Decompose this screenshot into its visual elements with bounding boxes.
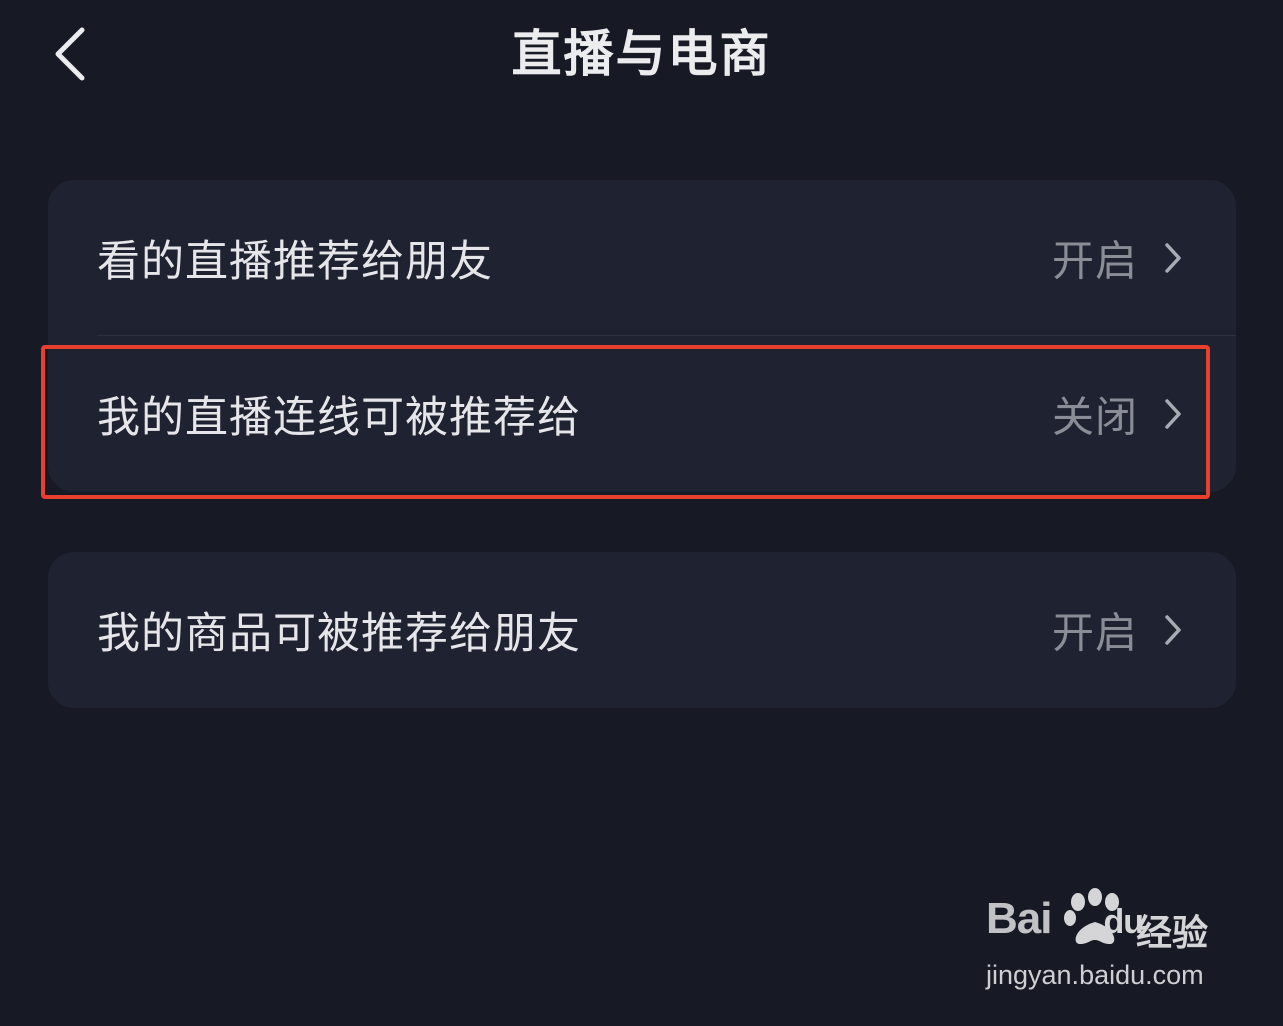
page-title: 直播与电商	[511, 25, 772, 83]
row-label: 看的直播推荐给朋友	[97, 237, 493, 287]
row-value: 开启	[1051, 236, 1138, 286]
settings-page: 直播与电商 看的直播推荐给朋友 开启 我的直播连线可被推荐给 关闭 我的商品可被…	[0, 0, 1283, 1026]
baidu-jingyan-watermark: Bai du 经验 jingyan.baidu.com	[982, 888, 1232, 998]
chevron-right-icon	[1162, 612, 1184, 648]
row-value: 关闭	[1051, 392, 1138, 442]
watermark-suffix: 经验	[1136, 913, 1209, 954]
settings-row-live-link-recommend[interactable]: 我的直播连线可被推荐给 关闭	[48, 336, 1236, 492]
settings-row-watched-live-recommend[interactable]: 看的直播推荐给朋友 开启	[48, 180, 1236, 336]
settings-card-live: 看的直播推荐给朋友 开启 我的直播连线可被推荐给 关闭	[48, 180, 1236, 492]
navigation-header: 直播与电商	[0, 0, 1283, 112]
row-label: 我的直播连线可被推荐给	[97, 393, 581, 443]
row-label: 我的商品可被推荐给朋友	[97, 609, 581, 659]
paw-icon	[1062, 888, 1128, 954]
chevron-right-icon	[1162, 240, 1184, 276]
row-value: 开启	[1051, 608, 1138, 658]
watermark-logo-text: Bai	[986, 894, 1052, 943]
settings-card-commerce: 我的商品可被推荐给朋友 开启	[48, 552, 1236, 708]
watermark-url: jingyan.baidu.com	[986, 960, 1204, 990]
settings-row-products-recommend[interactable]: 我的商品可被推荐给朋友 开启	[48, 552, 1236, 708]
chevron-right-icon	[1162, 396, 1184, 432]
